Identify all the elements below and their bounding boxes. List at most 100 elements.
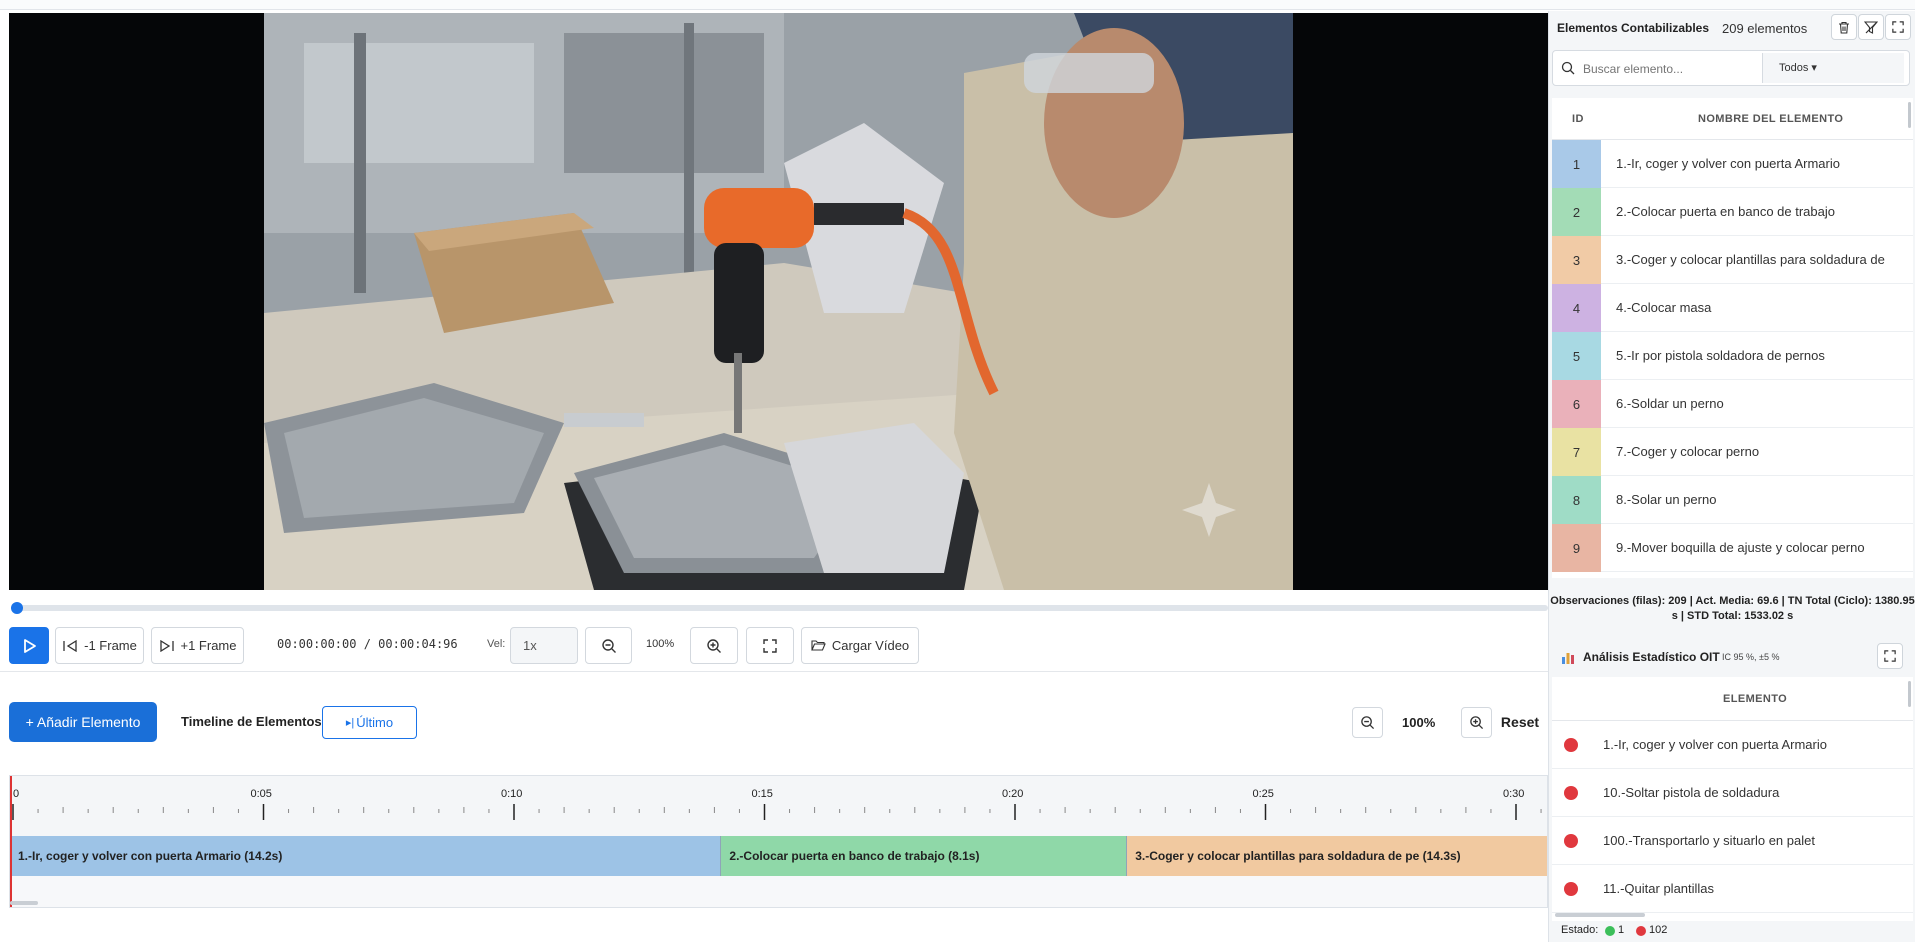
status-dot — [1564, 786, 1578, 800]
stats-row[interactable]: 1.-Ir, coger y volver con puerta Armario — [1552, 721, 1913, 769]
elements-table[interactable]: ID NOMBRE DEL ELEMENTO 1 1.-Ir, coger y v… — [1552, 98, 1913, 578]
ruler-label: 0 — [13, 788, 19, 800]
bar-chart-icon — [1562, 653, 1574, 664]
ruler-ticks: 0 0:05 0:10 0:15 0:20 0:25 0:30 — [12, 788, 1542, 820]
video-zoom-value: 100% — [646, 638, 675, 650]
element-name-cell: 2.-Colocar puerta en banco de trabajo — [1616, 204, 1835, 219]
timeline-scrollbar[interactable] — [10, 901, 38, 905]
timeline-segment[interactable]: 2.-Colocar puerta en banco de trabajo (8… — [721, 836, 1128, 876]
fullscreen-icon — [1884, 650, 1896, 662]
load-video-button[interactable]: Cargar Vídeo — [801, 627, 919, 664]
element-name-cell: 6.-Soldar un perno — [1616, 396, 1724, 411]
element-row[interactable]: 8 8.-Solar un perno — [1552, 476, 1913, 524]
element-row[interactable]: 2 2.-Colocar puerta en banco de trabajo — [1552, 188, 1913, 236]
element-id-cell: 3 — [1552, 236, 1601, 284]
prev-frame-button[interactable]: -1 Frame — [55, 627, 144, 664]
timeline-zoom-in-button[interactable] — [1461, 707, 1492, 738]
right-panel: Elementos Contabilizables 209 elementos … — [1548, 11, 1915, 942]
stats-row[interactable]: 10.-Soltar pistola de soldadura — [1552, 769, 1913, 817]
play-button[interactable] — [9, 627, 49, 664]
video-still-image — [264, 13, 1293, 590]
timecode-display: 00:00:00:00 / 00:00:04:96 — [277, 637, 458, 651]
timeline-zoom-out-button[interactable] — [1352, 707, 1383, 738]
ruler-label: 0:25 — [1253, 788, 1274, 800]
element-name-cell: 8.-Solar un perno — [1616, 492, 1717, 507]
stats-vertical-scrollbar[interactable] — [1908, 681, 1911, 707]
seek-handle[interactable] — [11, 602, 23, 614]
zoom-in-icon — [707, 638, 721, 653]
zoom-in-icon — [1470, 716, 1484, 730]
video-player[interactable] — [9, 13, 1548, 590]
next-frame-button[interactable]: +1 Frame — [151, 627, 244, 664]
stats-header: Análisis Estadístico OIT IC 95 %, ±5 % — [1549, 638, 1915, 676]
stats-subtitle: IC 95 %, ±5 % — [1722, 652, 1780, 662]
app-root: -1 Frame +1 Frame 00:00:00:00 / 00:00:04… — [0, 0, 1915, 942]
stats-table[interactable]: ELEMENTO 1.-Ir, coger y volver con puert… — [1552, 677, 1913, 921]
next-frame-label: +1 Frame — [180, 638, 237, 653]
search-input[interactable] — [1583, 59, 1743, 79]
video-fullscreen-button[interactable] — [746, 627, 794, 664]
column-header-name: NOMBRE DEL ELEMENTO — [1698, 113, 1844, 125]
ruler-label: 0:20 — [1002, 788, 1023, 800]
expand-elements-button[interactable] — [1885, 14, 1911, 40]
playhead[interactable] — [10, 776, 12, 907]
element-row[interactable]: 1 1.-Ir, coger y volver con puerta Armari… — [1552, 140, 1913, 188]
timeline-title: Timeline de Elementos — [181, 714, 322, 729]
stats-row[interactable]: 100.-Transportarlo y situarlo en palet — [1552, 817, 1913, 865]
seek-bar[interactable] — [11, 602, 1548, 614]
timeline-reset-button[interactable]: Reset — [1500, 707, 1540, 738]
fullscreen-icon — [763, 638, 777, 653]
expand-stats-button[interactable] — [1877, 643, 1903, 669]
element-name-cell: 5.-Ir por pistola soldadora de pernos — [1616, 348, 1825, 363]
timeline-zoom-value: 100% — [1402, 715, 1436, 730]
delete-all-button[interactable] — [1831, 14, 1857, 40]
status-ok-count: 1 — [1618, 924, 1625, 936]
video-zoom-out-button[interactable] — [585, 627, 632, 664]
element-row[interactable]: 3 3.-Coger y colocar plantillas para sold… — [1552, 236, 1913, 284]
video-zoom-in-button[interactable] — [690, 627, 738, 664]
video-frame — [264, 13, 1293, 590]
filter-select[interactable]: Todos ▾ — [1762, 53, 1904, 83]
stats-element-name: 1.-Ir, coger y volver con puerta Armario — [1603, 737, 1827, 752]
timeline-ruler: 0 0:05 0:10 0:15 0:20 0:25 0:30 — [10, 776, 1547, 836]
stats-element-name: 11.-Quitar plantillas — [1603, 881, 1715, 896]
add-element-button[interactable]: + Añadir Elemento — [9, 702, 157, 742]
element-row[interactable]: 7 7.-Coger y colocar perno — [1552, 428, 1913, 476]
element-row[interactable]: 6 6.-Soldar un perno — [1552, 380, 1913, 428]
elements-title: Elementos Contabilizables — [1557, 21, 1710, 35]
element-row[interactable]: 4 4.-Colocar masa — [1552, 284, 1913, 332]
prev-frame-label: -1 Frame — [84, 638, 137, 653]
element-row[interactable]: 9 9.-Mover boquilla de ajuste y colocar p… — [1552, 524, 1913, 572]
elements-vertical-scrollbar[interactable] — [1908, 102, 1911, 128]
stats-title: Análisis Estadístico OIT — [1583, 650, 1720, 664]
element-id-cell: 6 — [1552, 380, 1601, 428]
clear-filter-button[interactable] — [1858, 14, 1884, 40]
element-name-cell: 9.-Mover boquilla de ajuste y colocar pe… — [1616, 540, 1865, 555]
timeline-segment[interactable]: 1.-Ir, coger y volver con puerta Armario… — [10, 836, 722, 876]
element-id-cell: 4 — [1552, 284, 1601, 332]
timeline-track[interactable]: 1.-Ir, coger y volver con puerta Armario… — [10, 836, 1547, 876]
last-element-button[interactable]: ▸| Último — [322, 706, 417, 739]
element-id-cell: 9 — [1552, 524, 1601, 572]
timeline[interactable]: 0 0:05 0:10 0:15 0:20 0:25 0:30 1.-Ir, coger y… — [9, 775, 1548, 908]
stats-table-header: ELEMENTO — [1552, 677, 1913, 721]
column-header-id: ID — [1572, 113, 1584, 125]
element-row[interactable]: 5 5.-Ir por pistola soldadora de pernos — [1552, 332, 1913, 380]
elements-count: 209 elementos — [1722, 21, 1808, 36]
stats-row[interactable]: 11.-Quitar plantillas — [1552, 865, 1913, 913]
forward-icon — [159, 639, 174, 652]
status-ok-dot — [1605, 926, 1615, 936]
folder-open-icon — [811, 640, 826, 651]
speed-select[interactable]: 1x — [510, 627, 578, 664]
status-bar: Estado: 1 102 — [1549, 917, 1915, 942]
stats-element-name: 100.-Transportarlo y situarlo en palet — [1603, 833, 1815, 848]
element-id-cell: 8 — [1552, 476, 1601, 524]
status-dot — [1564, 738, 1578, 752]
column-header-element: ELEMENTO — [1723, 693, 1788, 705]
zoom-out-icon — [1361, 716, 1375, 730]
timeline-segment[interactable]: 3.-Coger y colocar plantillas para solda… — [1127, 836, 1547, 876]
trash-icon — [1839, 21, 1849, 34]
search-icon — [1561, 61, 1575, 75]
status-dot — [1564, 834, 1578, 848]
status-label: Estado: — [1561, 924, 1599, 936]
